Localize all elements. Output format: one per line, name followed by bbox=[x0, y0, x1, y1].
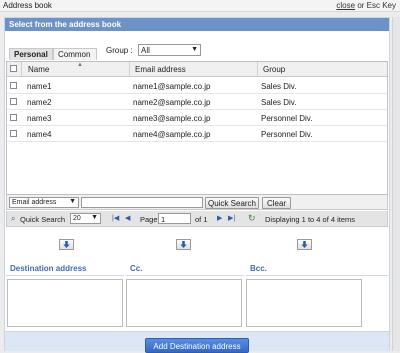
search-field-value: Email address bbox=[12, 199, 57, 206]
add-to-destination-button[interactable] bbox=[59, 239, 74, 250]
address-book-dialog: Select from the address book Personal Co… bbox=[4, 17, 390, 353]
first-page-icon[interactable]: |◀ bbox=[112, 214, 119, 222]
cell-name: name3 bbox=[27, 114, 52, 123]
table-row[interactable]: name2 name2@sample.co.jp Sales Div. bbox=[7, 94, 387, 110]
window-titlebar: Address book close or Esc Key bbox=[0, 0, 400, 12]
row-checkbox[interactable] bbox=[10, 98, 17, 105]
select-all-checkbox[interactable] bbox=[10, 65, 17, 72]
bcc-header: Bcc. bbox=[246, 261, 388, 276]
arrow-down-icon bbox=[301, 241, 308, 248]
quick-search-button[interactable]: Quick Search bbox=[205, 197, 259, 209]
bcc-list[interactable] bbox=[246, 279, 362, 327]
dialog-header: Select from the address book bbox=[5, 18, 389, 31]
add-to-cc-button[interactable] bbox=[176, 239, 191, 250]
column-header-group[interactable]: Group bbox=[257, 62, 389, 76]
page-label: Page bbox=[140, 215, 158, 224]
page-count-label: of 1 bbox=[195, 215, 208, 224]
table-header: Name ▲ Email address Group bbox=[7, 62, 387, 77]
pager-status: Displaying 1 to 4 of 4 items bbox=[265, 215, 356, 224]
close-link[interactable]: close bbox=[336, 1, 355, 10]
pager-bar: ⌕ Quick Search 20 ▼ |◀ ◀ Page 1 of 1 ▶ ▶… bbox=[6, 211, 388, 227]
cell-group: Personnel Div. bbox=[261, 130, 313, 139]
cell-name: name4 bbox=[27, 130, 52, 139]
cell-email: name4@sample.co.jp bbox=[133, 130, 211, 139]
chevron-down-icon: ▼ bbox=[191, 46, 198, 53]
column-header-name[interactable]: Name bbox=[21, 62, 129, 76]
scrollbar[interactable] bbox=[392, 17, 400, 351]
arrow-down-icon bbox=[63, 241, 70, 248]
close-hint: close or Esc Key bbox=[336, 1, 396, 10]
group-select[interactable]: All ▼ bbox=[138, 44, 201, 56]
page-number-input[interactable]: 1 bbox=[158, 213, 191, 224]
table-row[interactable]: name1 name1@sample.co.jp Sales Div. bbox=[7, 78, 387, 94]
contacts-table: Name ▲ Email address Group name1 name1@s… bbox=[6, 61, 388, 195]
table-row[interactable]: name3 name3@sample.co.jp Personnel Div. bbox=[7, 110, 387, 126]
cell-group: Personnel Div. bbox=[261, 114, 313, 123]
search-bar: Email address ▼ Quick Search Clear bbox=[6, 195, 388, 210]
cc-header: Cc. bbox=[126, 261, 244, 276]
search-icon: ⌕ bbox=[11, 214, 16, 223]
cell-name: name2 bbox=[27, 98, 52, 107]
cell-email: name2@sample.co.jp bbox=[133, 98, 211, 107]
page-size-value: 20 bbox=[73, 215, 81, 222]
chevron-down-icon: ▼ bbox=[91, 214, 98, 221]
dialog-footer: Add Destination address bbox=[5, 331, 389, 353]
refresh-icon[interactable]: ↻ bbox=[248, 213, 256, 224]
tab-personal[interactable]: Personal bbox=[9, 48, 53, 60]
cc-list[interactable] bbox=[126, 279, 242, 327]
quick-search-label[interactable]: Quick Search bbox=[20, 215, 65, 224]
add-to-bcc-button[interactable] bbox=[297, 239, 312, 250]
row-checkbox[interactable] bbox=[10, 114, 17, 121]
row-checkbox[interactable] bbox=[10, 130, 17, 137]
column-header-email[interactable]: Email address bbox=[129, 62, 257, 76]
cell-email: name3@sample.co.jp bbox=[133, 114, 211, 123]
search-input[interactable] bbox=[81, 197, 203, 208]
arrow-down-icon bbox=[180, 241, 187, 248]
chevron-down-icon: ▼ bbox=[69, 198, 76, 205]
destination-header: Destination address bbox=[6, 261, 124, 276]
destination-list[interactable] bbox=[7, 279, 123, 327]
close-hint-suffix: or Esc Key bbox=[355, 1, 396, 10]
page-size-select[interactable]: 20 ▼ bbox=[70, 213, 101, 224]
cell-group: Sales Div. bbox=[261, 98, 297, 107]
window-title: Address book bbox=[3, 1, 52, 10]
cell-email: name1@sample.co.jp bbox=[133, 82, 211, 91]
sort-asc-icon: ▲ bbox=[77, 62, 83, 68]
cell-name: name1 bbox=[27, 82, 52, 91]
tab-common[interactable]: Common bbox=[53, 48, 97, 60]
clear-button[interactable]: Clear bbox=[262, 197, 291, 209]
prev-page-icon[interactable]: ◀ bbox=[125, 214, 130, 222]
table-row[interactable]: name4 name4@sample.co.jp Personnel Div. bbox=[7, 126, 387, 142]
add-destination-button[interactable]: Add Destination address bbox=[145, 338, 249, 353]
group-label: Group : bbox=[106, 46, 133, 55]
last-page-icon[interactable]: ▶| bbox=[228, 214, 235, 222]
cell-group: Sales Div. bbox=[261, 82, 297, 91]
group-select-value: All bbox=[141, 46, 150, 55]
next-page-icon[interactable]: ▶ bbox=[217, 214, 222, 222]
search-field-select[interactable]: Email address ▼ bbox=[9, 197, 79, 208]
row-checkbox[interactable] bbox=[10, 82, 17, 89]
